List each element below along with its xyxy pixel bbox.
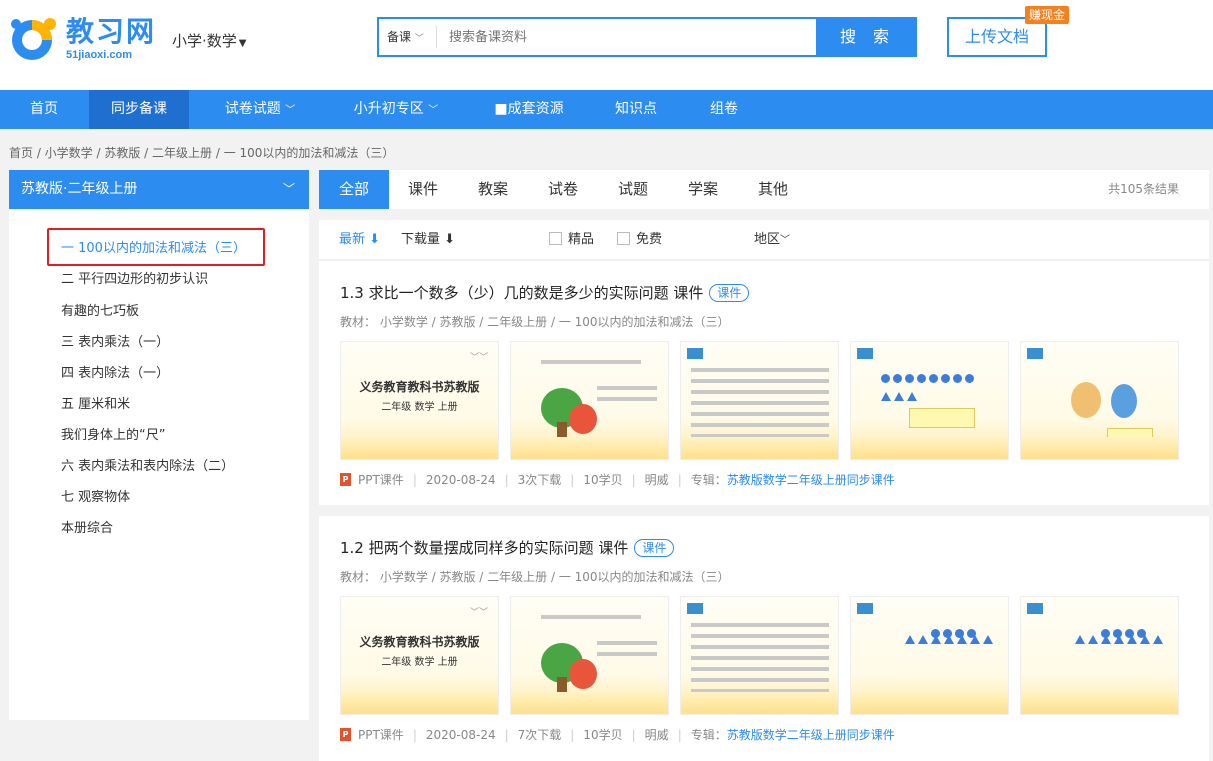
chapter-item[interactable]: 六 表内乘法和表内除法（二） <box>61 455 234 474</box>
textbook-title: 苏教版·二年级上册 <box>21 181 138 197</box>
site-logo[interactable]: 教习网 51jiaoxi.com <box>8 14 156 64</box>
chapter-list: 一 100以内的加法和减法（三） 二 平行四边形的初步认识 有趣的七巧板 三 表… <box>9 210 309 720</box>
author-link[interactable]: 明威 <box>645 471 669 488</box>
textbook-path: 教材： 小学数学 / 苏教版 / 二年级上册 / 一 100以内的加法和减法（三… <box>340 315 730 329</box>
logo-icon <box>8 14 60 64</box>
type-tag: 课件 <box>709 284 750 302</box>
slide-thumbnail[interactable] <box>1020 341 1179 460</box>
tab-other[interactable]: 其他 <box>745 170 801 209</box>
chapter-item[interactable]: 有趣的七巧板 <box>61 300 139 319</box>
textbook-selector[interactable]: 苏教版·二年级上册 ﹀ <box>9 170 309 209</box>
result-meta: P PPT课件 | 2020-08-24 | 7次下载 | 10学贝 | 明威 | 专辑：… <box>340 726 895 743</box>
nav-exam-papers[interactable]: 试卷试题 ﹀ <box>210 90 310 129</box>
nav-primary-to-middle[interactable]: 小升初专区 ﹀ <box>340 90 452 129</box>
slide-thumbnail[interactable] <box>510 596 669 715</box>
resource-type-tabs: 全部 课件 教案 试卷 试题 学案 其他 共105条结果 <box>319 170 1209 209</box>
tab-questions[interactable]: 试题 <box>605 170 661 209</box>
slide-thumbnail[interactable] <box>850 341 1009 460</box>
slide-thumbnail[interactable]: ﹀﹀ 义务教育教科书苏教版 二年级 数学 上册 <box>340 596 499 715</box>
tab-courseware[interactable]: 课件 <box>395 170 451 209</box>
slide-thumbnail[interactable] <box>680 596 839 715</box>
tab-lesson-plans[interactable]: 教案 <box>465 170 521 209</box>
chapter-item[interactable]: 三 表内乘法（一） <box>61 331 169 350</box>
filter-bar: 最新 ⬇ 下载量 ⬇ 精品 免费 地区﹀ <box>319 220 1209 260</box>
nav-knowledge-points[interactable]: 知识点 <box>602 90 670 129</box>
thumbnail-strip: ﹀﹀ 义务教育教科书苏教版 二年级 数学 上册 <box>340 596 1179 715</box>
slide-thumbnail[interactable] <box>680 341 839 460</box>
logo-name: 教习网 <box>66 15 157 48</box>
region-dropdown[interactable]: 地区﹀ <box>754 220 790 261</box>
header: 教习网 51jiaoxi.com 小学·数学▼ 备课 ﹀ 搜 索 上传文档 赚现… <box>0 0 1213 90</box>
chapter-item[interactable]: 一 100以内的加法和减法（三） <box>61 237 246 256</box>
chapter-item[interactable]: 四 表内除法（一） <box>61 362 169 381</box>
type-tag: 课件 <box>634 539 675 557</box>
album-link[interactable]: 苏教版数学二年级上册同步课件 <box>727 726 895 743</box>
chevron-down-icon: ﹀ <box>780 235 791 246</box>
textbook-path: 教材： 小学数学 / 苏教版 / 二年级上册 / 一 100以内的加法和减法（三… <box>340 570 730 584</box>
chapter-item[interactable]: 五 厘米和米 <box>61 393 130 412</box>
subject-selector[interactable]: 小学·数学 ▼ <box>172 30 246 51</box>
result-title[interactable]: 1.2 把两个数量摆成同样多的实际问题 课件 课件 <box>340 537 675 558</box>
tab-study-guides[interactable]: 学案 <box>675 170 731 209</box>
ppt-file-icon: P <box>340 728 351 741</box>
result-count: 共105条结果 <box>1108 182 1179 196</box>
chevron-down-icon: ﹀ <box>282 182 295 196</box>
free-checkbox[interactable]: 免费 <box>617 220 662 260</box>
nav-home[interactable]: 首页 <box>0 90 88 129</box>
chapter-item[interactable]: 二 平行四边形的初步认识 <box>61 268 208 287</box>
tab-all[interactable]: 全部 <box>319 170 389 209</box>
nav-sync-prep[interactable]: 同步备课 <box>89 90 189 129</box>
search-type-select[interactable]: 备课 ﹀ <box>379 26 437 48</box>
result-meta: P PPT课件 | 2020-08-24 | 3次下载 | 10学贝 | 明威 | 专辑：… <box>340 471 895 488</box>
chapter-item[interactable]: 七 观察物体 <box>61 486 130 505</box>
slide-thumbnail[interactable] <box>510 341 669 460</box>
search-box: 备课 ﹀ <box>377 17 818 57</box>
logo-url: 51jiaoxi.com <box>66 49 133 61</box>
nav-resource-sets[interactable]: ■成套资源 <box>484 90 574 129</box>
caret-down-icon: ▼ <box>238 38 247 49</box>
sort-latest[interactable]: 最新 ⬇ <box>339 220 380 260</box>
breadcrumb[interactable]: 首页 / 小学数学 / 苏教版 / 二年级上册 / 一 100以内的加法和减法（… <box>9 144 394 161</box>
result-title[interactable]: 1.3 求比一个数多（少）几的数是多少的实际问题 课件 课件 <box>340 282 750 303</box>
ppt-file-icon: P <box>340 473 351 486</box>
search-button[interactable]: 搜 索 <box>818 17 917 57</box>
main-nav: 首页 同步备课 试卷试题 ﹀ 小升初专区 ﹀ ■成套资源 知识点 组卷 <box>0 90 1213 129</box>
tab-test-papers[interactable]: 试卷 <box>535 170 591 209</box>
sort-downloads[interactable]: 下载量 ⬇ <box>401 220 455 260</box>
checkbox-icon <box>617 232 630 245</box>
premium-checkbox[interactable]: 精品 <box>549 220 594 260</box>
chapter-item[interactable]: 我们身体上的“尺” <box>61 424 165 443</box>
slide-thumbnail[interactable] <box>1020 596 1179 715</box>
nav-compose-paper[interactable]: 组卷 <box>696 90 752 129</box>
chevron-down-icon: ﹀ <box>428 105 439 116</box>
album-link[interactable]: 苏教版数学二年级上册同步课件 <box>727 471 895 488</box>
checkbox-icon <box>549 232 562 245</box>
slide-thumbnail[interactable]: ﹀﹀ 义务教育教科书苏教版 二年级 数学 上册 <box>340 341 499 460</box>
chapter-item[interactable]: 本册综合 <box>61 517 113 536</box>
result-card: 1.2 把两个数量摆成同样多的实际问题 课件 课件 教材： 小学数学 / 苏教版 … <box>319 516 1209 761</box>
slide-thumbnail[interactable] <box>850 596 1009 715</box>
search-input[interactable] <box>437 20 816 54</box>
result-card: 1.3 求比一个数多（少）几的数是多少的实际问题 课件 课件 教材： 小学数学 /… <box>319 261 1209 505</box>
chevron-down-icon: ﹀ <box>285 105 296 116</box>
thumbnail-strip: ﹀﹀ 义务教育教科书苏教版 二年级 数学 上册 <box>340 341 1179 460</box>
author-link[interactable]: 明威 <box>645 726 669 743</box>
earn-cash-badge[interactable]: 赚现金 <box>1025 6 1070 24</box>
subject-label: 小学·数学 <box>172 32 237 50</box>
chevron-down-icon: ﹀ <box>414 34 424 44</box>
